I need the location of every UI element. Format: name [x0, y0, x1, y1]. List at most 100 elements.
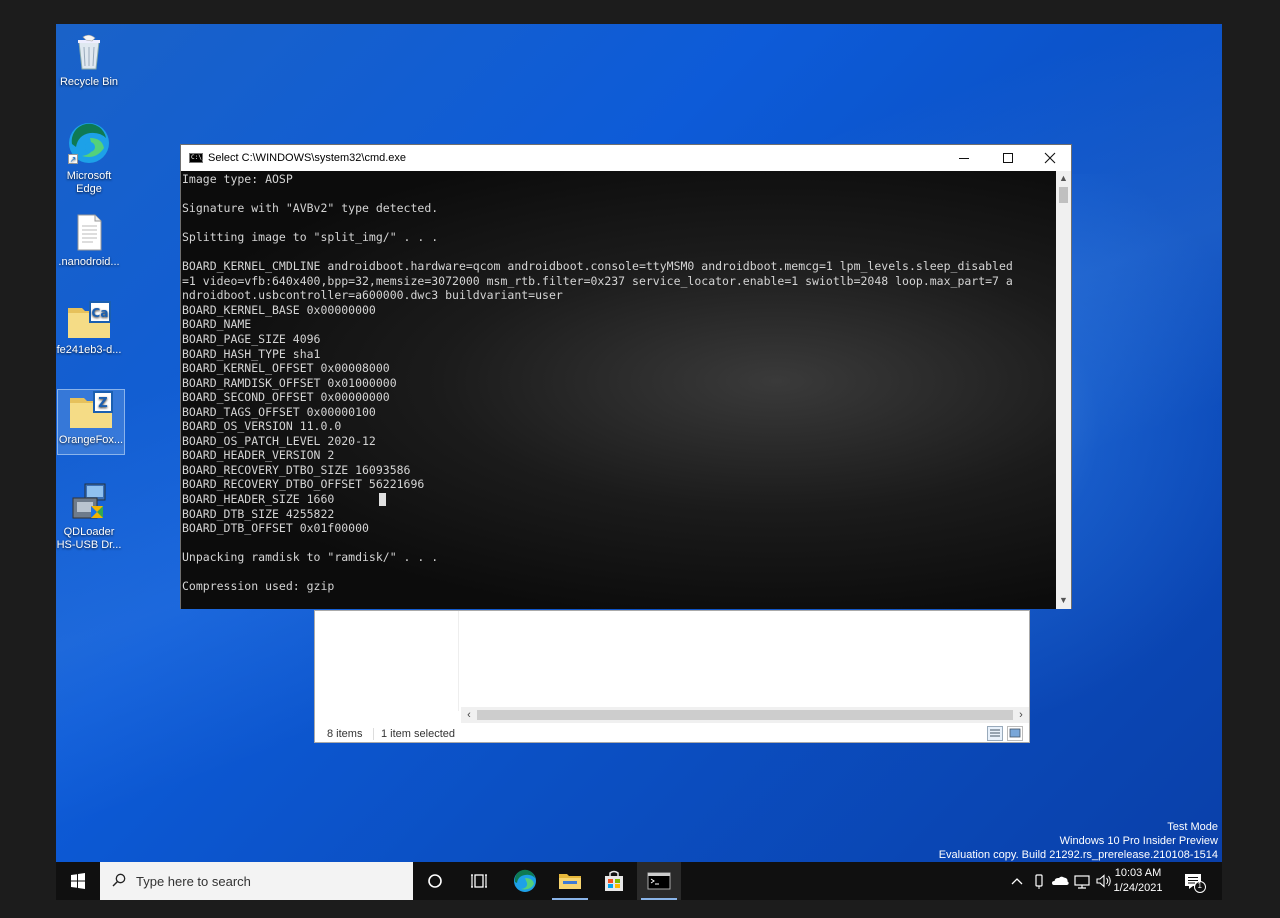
console-line: =1 video=vfb:640x400,bpp=32,memsize=3072… — [182, 273, 1013, 288]
watermark-line-3: Evaluation copy. Build 21292.rs_prerelea… — [938, 849, 1218, 861]
start-button[interactable] — [56, 862, 100, 900]
desktop-icon-qdloader[interactable]: QDLoader HS-USB Dr... — [56, 482, 122, 552]
minimize-icon — [959, 158, 969, 159]
desktop-icon-label: Recycle Bin — [59, 76, 119, 88]
console-line: BOARD_TAGS_OFFSET 0x00000100 — [182, 404, 376, 419]
desktop-icon-fe241eb3[interactable]: Ca fe241eb3-d... — [56, 300, 122, 357]
console-output[interactable]: Image type: AOSP Signature with "AVBv2" t… — [181, 171, 1056, 609]
console-line: BOARD_KERNEL_OFFSET 0x00008000 — [182, 361, 390, 376]
console-line: Splitting image to "split_img/" . . . — [182, 230, 439, 245]
offscreen-glyph — [0, 0, 8, 8]
close-button[interactable] — [1029, 145, 1071, 171]
insider-watermark: Test Mode Windows 10 Pro Insider Preview… — [939, 820, 1218, 862]
maximize-button[interactable] — [987, 145, 1029, 171]
store-icon — [605, 870, 623, 891]
console-line: BOARD_RECOVERY_DTBO_OFFSET 56221696 — [182, 477, 425, 492]
console-line: Compression used: gzip — [182, 579, 335, 594]
file-explorer-window: ‹ › 8 items 1 item selected — [314, 610, 1030, 743]
chevron-up-icon — [1011, 878, 1023, 885]
edge-icon: ↗ — [66, 120, 112, 166]
desktop: Recycle Bin ↗ Microsoft Edge .nanodroid.… — [56, 24, 1222, 900]
tray-network-button[interactable] — [1072, 862, 1092, 900]
desktop-icon-orangefox[interactable]: Z OrangeFox... — [57, 389, 125, 455]
cmd-app-icon: C:\_ — [189, 153, 206, 163]
watermark-line-2: Windows 10 Pro Insider Preview — [1059, 835, 1218, 847]
scroll-left-icon[interactable]: ‹ — [461, 707, 477, 723]
status-bar: 8 items 1 item selected — [315, 725, 1029, 743]
scroll-up-icon[interactable]: ▲ — [1056, 171, 1071, 185]
scrollbar-thumb[interactable] — [1059, 187, 1068, 203]
taskbar-store-button[interactable] — [592, 862, 636, 900]
usb-device-icon — [1035, 874, 1043, 889]
task-view-button[interactable] — [457, 862, 501, 900]
details-view-button[interactable] — [987, 726, 1003, 741]
taskbar: Type here to search 10:03 AM 1/24/2021 1 — [56, 862, 1222, 900]
scrollbar-thumb[interactable] — [477, 710, 1013, 720]
search-box[interactable]: Type here to search — [100, 862, 413, 900]
recycle-bin-icon — [69, 32, 109, 72]
console-line: BOARD_KERNEL_BASE 0x00000000 — [182, 302, 376, 317]
cmd-titlebar[interactable]: C:\_ Select C:\WINDOWS\system32\cmd.exe — [181, 145, 1071, 171]
action-center-button[interactable]: 1 — [1180, 862, 1208, 900]
cortana-icon — [428, 874, 442, 888]
clock[interactable]: 10:03 AM 1/24/2021 — [1106, 866, 1170, 896]
console-line: BOARD_PAGE_SIZE 4096 — [182, 332, 321, 347]
running-indicator — [552, 898, 588, 900]
running-indicator — [641, 898, 677, 900]
status-separator — [373, 728, 374, 740]
console-line: BOARD_HEADER_VERSION 2 — [182, 448, 335, 463]
tray-security-button[interactable] — [1030, 862, 1048, 900]
console-line: BOARD_KERNEL_CMDLINE androidboot.hardwar… — [182, 259, 1013, 274]
selection-count: 1 item selected — [381, 728, 455, 740]
console-line: BOARD_HASH_TYPE sha1 — [182, 346, 321, 361]
notification-count: 1 — [1197, 881, 1202, 890]
details-view-icon — [990, 729, 1000, 737]
terminal-icon — [647, 872, 671, 890]
taskbar-edge-button[interactable] — [503, 862, 547, 900]
close-icon — [1044, 152, 1056, 164]
edge-icon — [514, 869, 536, 892]
task-view-icon — [471, 874, 487, 888]
console-line: BOARD_RAMDISK_OFFSET 0x01000000 — [182, 375, 397, 390]
horizontal-scrollbar[interactable]: ‹ › — [461, 707, 1029, 723]
console-line: ndroidboot.usbcontroller=a600000.dwc3 bu… — [182, 288, 563, 303]
desktop-icon-recycle-bin[interactable]: Recycle Bin — [56, 32, 122, 89]
desktop-icon-label: .nanodroid... — [58, 256, 120, 268]
minimize-button[interactable] — [943, 145, 985, 171]
cmd-window[interactable]: C:\_ Select C:\WINDOWS\system32\cmd.exe … — [180, 144, 1072, 609]
zip-folder-icon: Z — [68, 390, 114, 430]
cloud-icon — [1052, 876, 1069, 885]
taskbar-cmd-button[interactable] — [637, 862, 681, 900]
console-line: BOARD_RECOVERY_DTBO_SIZE 16093586 — [182, 462, 411, 477]
search-placeholder: Type here to search — [136, 874, 251, 889]
text-cursor — [379, 493, 386, 506]
large-icons-view-icon — [1009, 728, 1021, 738]
network-icon — [1074, 875, 1090, 889]
scroll-down-icon[interactable]: ▼ — [1056, 593, 1071, 607]
tray-onedrive-button[interactable] — [1050, 862, 1070, 900]
windows-logo-icon — [71, 873, 85, 889]
desktop-icon-nanodroid[interactable]: .nanodroid... — [56, 212, 122, 269]
taskbar-file-explorer-button[interactable] — [548, 862, 592, 900]
installer-icon — [69, 482, 109, 522]
desktop-icon-label: fe241eb3-d... — [56, 344, 122, 356]
large-icons-view-button[interactable] — [1007, 726, 1023, 741]
desktop-icon-label: QDLoader HS-USB Dr... — [56, 526, 122, 551]
desktop-icon-edge[interactable]: ↗ Microsoft Edge — [56, 120, 122, 196]
search-icon — [112, 873, 126, 887]
tray-overflow-button[interactable] — [1008, 862, 1026, 900]
clock-date: 1/24/2021 — [1113, 882, 1163, 894]
watermark-line-1: Test Mode — [1167, 821, 1218, 833]
console-line: BOARD_SECOND_OFFSET 0x00000000 — [182, 390, 390, 405]
item-count: 8 items — [327, 728, 363, 740]
vertical-scrollbar[interactable]: ▲ ▼ — [1056, 171, 1071, 609]
notification-icon — [1185, 874, 1206, 893]
document-icon — [69, 212, 109, 252]
scroll-right-icon[interactable]: › — [1013, 707, 1029, 723]
desktop-icon-label: OrangeFox... — [58, 434, 124, 446]
cortana-button[interactable] — [413, 862, 457, 900]
folder-icon — [559, 874, 581, 889]
